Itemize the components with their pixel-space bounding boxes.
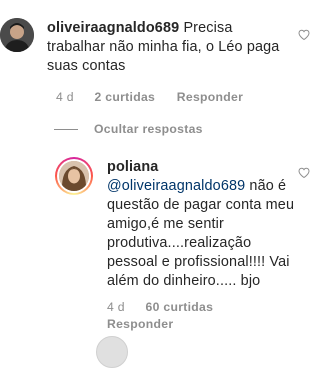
reply-time[interactable]: 4 d [107,300,125,314]
reply-meta-second-line: Responder [107,316,173,332]
profile-photo [59,161,89,191]
reply-meta: 4 d 60 curtidas [107,299,213,315]
hide-replies-divider [54,129,78,130]
reply-username[interactable]: poliana [107,158,297,177]
reply-likes[interactable]: 60 curtidas [146,300,214,314]
avatar-poliana[interactable] [55,157,93,195]
comment-meta: 4 d 2 curtidas Responder [56,89,243,105]
comment-username[interactable]: oliveiraagnaldo689 [47,20,179,36]
hide-replies-button[interactable]: Ocultar respostas [94,121,203,137]
comment-time[interactable]: 4 d [56,90,74,104]
reply-body: poliana @oliveiraagnaldo689 não é questã… [107,158,297,291]
reply-mention-link[interactable]: @oliveiraagnaldo689 [107,178,245,194]
reply-text: não é questão de pagar conta meu amigo,é… [107,178,295,289]
heart-icon[interactable] [298,167,310,179]
profile-photo [0,18,34,52]
heart-icon[interactable] [298,29,310,41]
reply-button[interactable]: Responder [177,90,243,104]
comment-likes[interactable]: 2 curtidas [95,90,156,104]
avatar-oliveiraagnaldo689[interactable] [0,18,34,52]
next-comment-avatar[interactable] [96,336,128,368]
comment-body: oliveiraagnaldo689 Precisa trabalhar não… [47,19,292,76]
reply-button[interactable]: Responder [107,317,173,331]
